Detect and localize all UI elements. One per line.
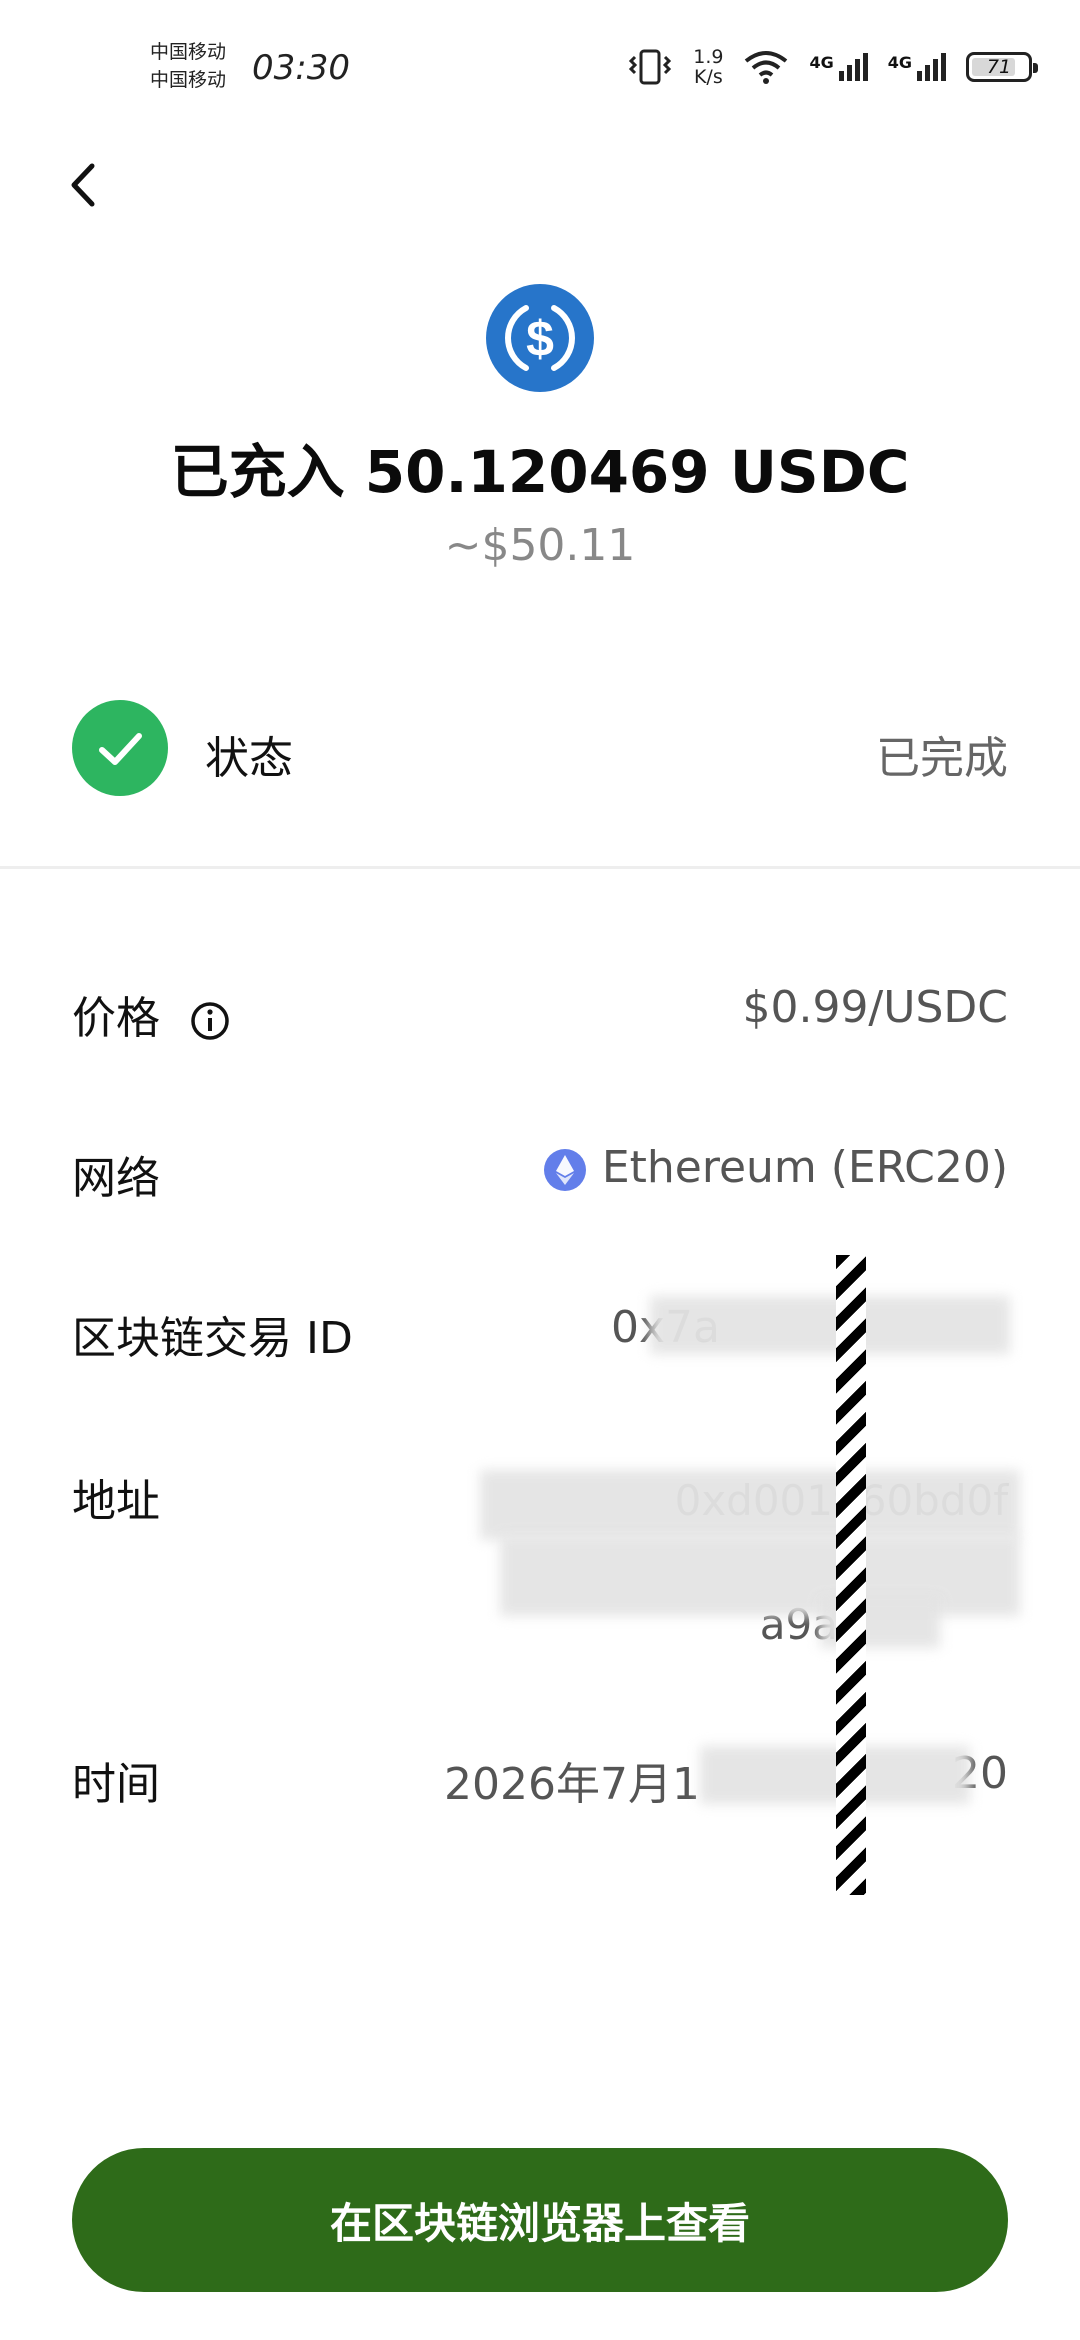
price-row-label: 价格 [72,982,230,1046]
signal-2-icon: 4G [888,53,946,81]
network-speed-unit: K/s [693,66,723,88]
ethereum-icon [543,1149,586,1191]
signal-1-label: 4G [809,53,834,72]
price-value: $0.99/USDC [742,982,1008,1033]
signal-1-icon: 4G [809,53,868,81]
carrier-1: 中国移动 [150,41,227,63]
carrier-2: 中国移动 [150,69,227,91]
time-label: 时间 [72,1759,160,1810]
back-button[interactable] [60,160,110,210]
fiat-value: ~$50.11 [444,520,636,571]
status-bar: 中国移动 中国移动 03:30 1.9 K/s 4G 4G 71 [0,0,1080,130]
usdc-coin-icon: $ [486,284,594,392]
striped-redaction-bar [836,1255,866,1895]
network-value: Ethereum (ERC20) [601,1142,1008,1193]
network-speed-value: 1.9 [693,46,724,68]
wifi-icon [745,51,788,84]
section-divider [0,866,1080,869]
view-on-explorer-label: 在区块链浏览器上查看 [329,2198,750,2248]
signal-2-label: 4G [887,53,912,72]
carrier-info: 中国移动 中国移动 [150,38,226,94]
info-icon[interactable] [190,1001,230,1041]
time-redaction [700,1746,970,1804]
status-icons: 1.9 K/s 4G 4G 71 [627,44,1038,90]
page-title: 已充入 50.120469 USDC [170,438,910,506]
txid-label: 区块链交易 ID [72,1313,353,1364]
vibrate-icon [629,49,672,85]
network-value-row: Ethereum (ERC20) [543,1142,1008,1193]
network-label: 网络 [72,1153,160,1204]
view-on-explorer-button[interactable]: 在区块链浏览器上查看 [72,2148,1008,2292]
status-value: 已完成 [876,733,1008,784]
battery-icon: 71 [966,52,1038,82]
address-redaction-2 [500,1536,1020,1616]
completed-check-icon [72,700,168,796]
txid-redaction [650,1296,1010,1354]
price-label: 价格 [72,993,160,1044]
network-speed: 1.9 K/s [693,47,723,87]
battery-level-text: 71 [986,56,1012,78]
status-label: 状态 [205,733,293,784]
clock: 03:30 [252,48,350,88]
transaction-detail-page: 中国移动 中国移动 03:30 1.9 K/s 4G 4G 71 $ 已充入 5… [0,0,1080,2340]
address-label: 地址 [72,1476,160,1527]
time-value: 2026年7月1 [444,1759,700,1810]
svg-text:$: $ [526,311,554,367]
address-redaction-1 [480,1470,1020,1540]
